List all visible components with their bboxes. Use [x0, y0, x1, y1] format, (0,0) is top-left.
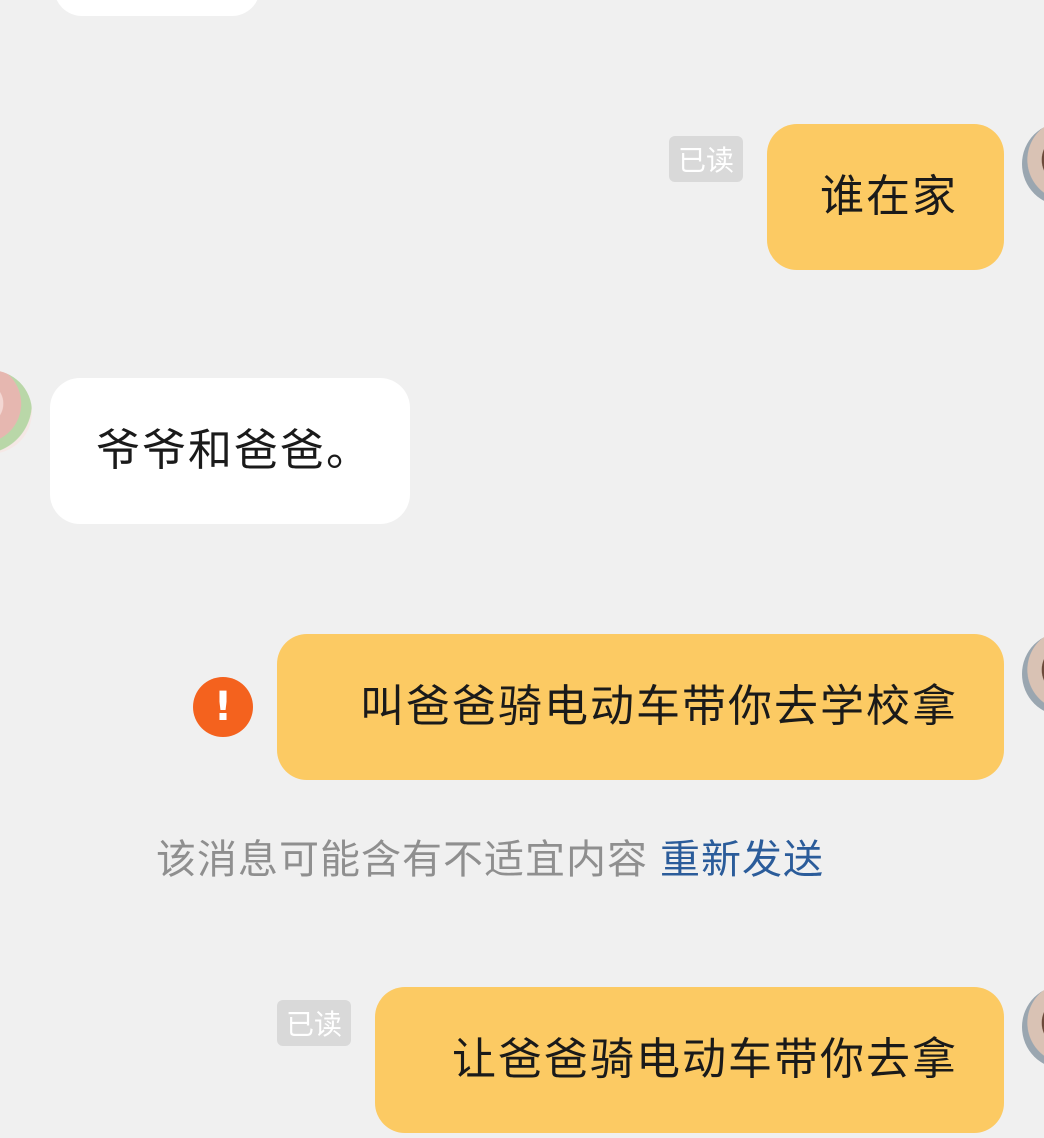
warning-text: 该消息可能含有不适宜内容	[156, 837, 648, 883]
contact-avatar[interactable]	[0, 370, 32, 454]
self-avatar[interactable]	[1022, 632, 1044, 716]
message-bubble-outgoing[interactable]: 叫爸爸骑电动车带你去学校拿	[277, 634, 1004, 780]
message-bubble-outgoing[interactable]: 谁在家	[767, 124, 1004, 270]
content-warning-notice: 该消息可能含有不适宜内容 重新发送	[156, 827, 824, 885]
read-receipt-badge: 已读	[669, 136, 743, 182]
self-avatar[interactable]	[1022, 985, 1044, 1069]
self-avatar[interactable]	[1022, 122, 1044, 206]
message-bubble-outgoing[interactable]: 让爸爸骑电动车带你去拿	[375, 987, 1004, 1133]
message-bubble-incoming[interactable]: 爷爷和爸爸。	[50, 378, 410, 524]
read-receipt-badge: 已读	[277, 1000, 351, 1046]
message-bubble-partial[interactable]	[54, 0, 260, 16]
resend-link[interactable]: 重新发送	[660, 837, 824, 883]
chat-message-list[interactable]: 已读 谁在家 爷爷和爸爸。 ! 叫爸爸骑电动车带你去学校拿 该消息可能含有不适宜…	[0, 0, 1044, 1138]
exclamation-icon[interactable]: !	[193, 677, 253, 737]
